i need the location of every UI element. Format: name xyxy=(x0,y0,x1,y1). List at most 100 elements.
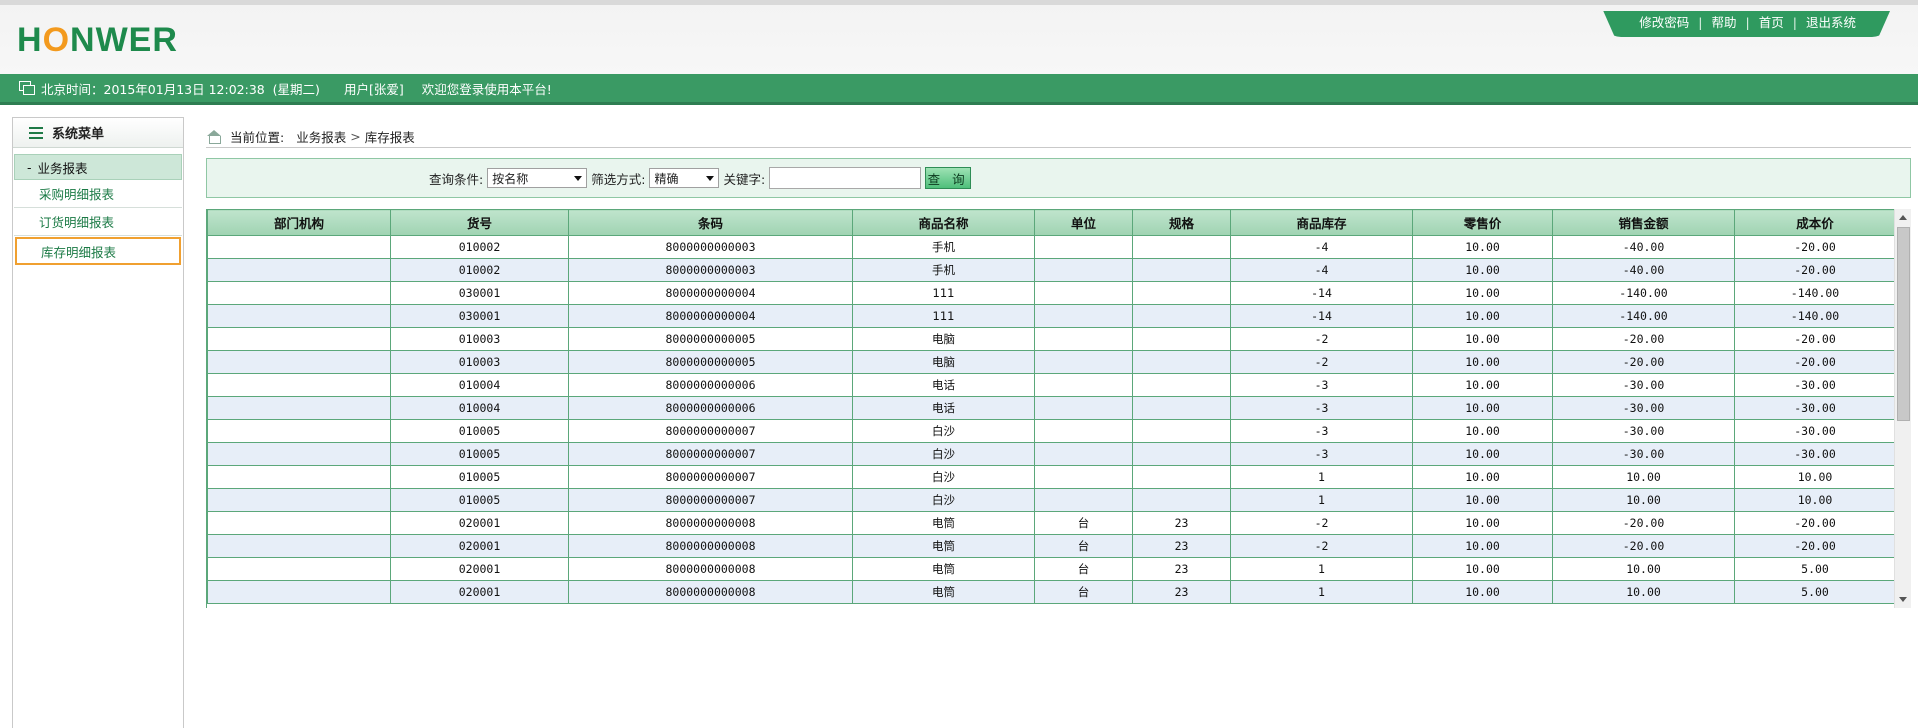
table-cell: 030001 xyxy=(390,304,569,328)
table-cell: 020001 xyxy=(390,557,569,581)
table-cell: 手机 xyxy=(852,258,1035,282)
breadcrumb-item-business[interactable]: 业务报表 xyxy=(296,127,346,146)
table-cell: -20.00 xyxy=(1552,350,1735,374)
table-row[interactable]: 010002 8000000000003 手机 -4 10.00 -40.00 -20.00 xyxy=(207,258,1894,282)
table-row[interactable]: 010004 8000000000006 电话 -3 10.00 -30.00 -30.00 xyxy=(207,373,1894,397)
table-row[interactable]: 010003 8000000000005 电脑 -2 10.00 -20.00 -20.00 xyxy=(207,327,1894,351)
table-cell: 010005 xyxy=(390,419,569,443)
column-header: 商品库存 xyxy=(1230,209,1413,236)
sidebar: 系统菜单 - 业务报表 采购明细报表 订货明细报表 库存明细报表 xyxy=(12,117,184,728)
table-cell xyxy=(1034,488,1133,512)
table-cell: 5.00 xyxy=(1734,557,1894,581)
table-cell: 电脑 xyxy=(852,327,1035,351)
welcome-text: 欢迎您登录使用本平台! xyxy=(421,81,552,97)
change-password-link[interactable]: 修改密码 xyxy=(1639,11,1689,37)
table-cell: -20.00 xyxy=(1552,511,1735,535)
table-row[interactable]: 010002 8000000000003 手机 -4 10.00 -40.00 -20.00 xyxy=(207,235,1894,259)
keyword-input[interactable] xyxy=(769,167,922,189)
table-row[interactable]: 010004 8000000000006 电话 -3 10.00 -30.00 -30.00 xyxy=(207,396,1894,420)
sidebar-item-order-report[interactable]: 订货明细报表 xyxy=(14,208,182,236)
table-cell: 8000000000007 xyxy=(568,442,853,466)
table-cell: -2 xyxy=(1230,511,1413,535)
home-link[interactable]: 首页 xyxy=(1759,11,1784,37)
table-cell: 10.00 xyxy=(1412,258,1553,282)
table-cell xyxy=(1132,235,1231,259)
table-cell: 白沙 xyxy=(852,488,1035,512)
table-cell: -140.00 xyxy=(1734,304,1894,328)
status-bar: 北京时间：2015年01月13日 12:02:38 (星期二) 用户[张爱] 欢… xyxy=(0,74,1918,105)
scroll-down-icon[interactable] xyxy=(1895,591,1912,608)
table-cell xyxy=(207,350,391,374)
link-separator: | xyxy=(1698,15,1703,30)
table-cell xyxy=(207,465,391,489)
column-header: 部门机构 xyxy=(207,209,391,236)
sidebar-item-purchase-report[interactable]: 采购明细报表 xyxy=(14,180,182,208)
table-cell: -3 xyxy=(1230,419,1413,443)
table-cell xyxy=(207,488,391,512)
column-header: 销售金额 xyxy=(1552,209,1735,236)
table-cell: -3 xyxy=(1230,442,1413,466)
honwer-logo: H O NWER xyxy=(17,20,178,59)
table-cell xyxy=(1034,258,1133,282)
table-row[interactable]: 020001 8000000000008 电筒台 23 -2 10.00 -20.00 -20… xyxy=(207,511,1894,535)
breadcrumb-separator: > xyxy=(350,129,361,144)
vertical-scrollbar[interactable] xyxy=(1894,209,1911,608)
table-cell: 10.00 xyxy=(1412,442,1553,466)
scroll-up-icon[interactable] xyxy=(1895,209,1912,226)
table-cell xyxy=(207,511,391,535)
table-cell xyxy=(1132,396,1231,420)
link-separator: | xyxy=(1745,15,1750,30)
table-cell xyxy=(207,419,391,443)
table-cell: 电筒 xyxy=(852,534,1035,558)
table-cell: -2 xyxy=(1230,327,1413,351)
table-row[interactable]: 010003 8000000000005 电脑 -2 10.00 -20.00 -20.00 xyxy=(207,350,1894,374)
table-row[interactable]: 020001 8000000000008 电筒台 23 1 10.00 10.00 5.00 xyxy=(207,580,1894,604)
table-cell: 10.00 xyxy=(1412,396,1553,420)
menu-group-business-reports[interactable]: - 业务报表 xyxy=(14,154,182,180)
logo-text-h: H xyxy=(17,20,43,59)
table-cell: -14 xyxy=(1230,304,1413,328)
scroll-thumb[interactable] xyxy=(1897,227,1910,421)
table-row[interactable]: 020001 8000000000008 电筒台 23 1 10.00 10.00 5.00 xyxy=(207,557,1894,581)
table-cell: 010005 xyxy=(390,488,569,512)
condition-select[interactable]: 按名称 xyxy=(487,168,588,188)
table-cell: -14 xyxy=(1230,281,1413,305)
table-cell: 1 xyxy=(1230,580,1413,604)
table-row[interactable]: 010005 8000000000007 白沙 1 10.00 10.00 10.00 xyxy=(207,465,1894,489)
table-cell: 8000000000005 xyxy=(568,350,853,374)
table-cell: 10.00 xyxy=(1412,580,1553,604)
table-row[interactable]: 010005 8000000000007 白沙 -3 10.00 -30.00 -30.00 xyxy=(207,442,1894,466)
table-cell xyxy=(1132,488,1231,512)
logout-link[interactable]: 退出系统 xyxy=(1806,11,1856,37)
sidebar-header: 系统菜单 xyxy=(13,118,183,148)
table-cell: 8000000000008 xyxy=(568,580,853,604)
table-row[interactable]: 010005 8000000000007 白沙 1 10.00 10.00 10.00 xyxy=(207,488,1894,512)
query-button[interactable]: 查 询 xyxy=(925,167,972,189)
logo-text-rest: NWER xyxy=(70,20,178,59)
breadcrumb-item-inventory: 库存报表 xyxy=(364,130,415,145)
column-header: 商品名称 xyxy=(852,209,1035,236)
table-cell xyxy=(1132,258,1231,282)
table-cell: 8000000000006 xyxy=(568,396,853,420)
table-cell: 8000000000005 xyxy=(568,327,853,351)
table-row[interactable]: 010005 8000000000007 白沙 -3 10.00 -30.00 -30.00 xyxy=(207,419,1894,443)
table-cell: 23 xyxy=(1132,580,1231,604)
table-cell: 10.00 xyxy=(1412,304,1553,328)
table-row[interactable]: 020001 8000000000008 电筒台 23 -2 10.00 -20.00 -20… xyxy=(207,534,1894,558)
table-row[interactable]: 030001 8000000000004 111 -14 10.00 -140.00 -14… xyxy=(207,304,1894,328)
table-cell: -3 xyxy=(1230,373,1413,397)
table-cell xyxy=(1034,396,1133,420)
table-cell: 010002 xyxy=(390,235,569,259)
table-cell: 台 xyxy=(1034,511,1133,535)
column-header: 规格 xyxy=(1132,209,1231,236)
table-cell: 010002 xyxy=(390,258,569,282)
table-cell: 8000000000007 xyxy=(568,465,853,489)
user-text: 用户[张爱] xyxy=(343,81,404,97)
table-cell: 10.00 xyxy=(1552,465,1735,489)
table-cell: 020001 xyxy=(390,511,569,535)
sidebar-item-inventory-report[interactable]: 库存明细报表 xyxy=(15,237,181,265)
filter-mode-select[interactable]: 精确 xyxy=(649,168,720,188)
help-link[interactable]: 帮助 xyxy=(1712,11,1737,37)
table-row[interactable]: 030001 8000000000004 111 -14 10.00 -140.00 -14… xyxy=(207,281,1894,305)
windows-icon xyxy=(19,81,35,95)
